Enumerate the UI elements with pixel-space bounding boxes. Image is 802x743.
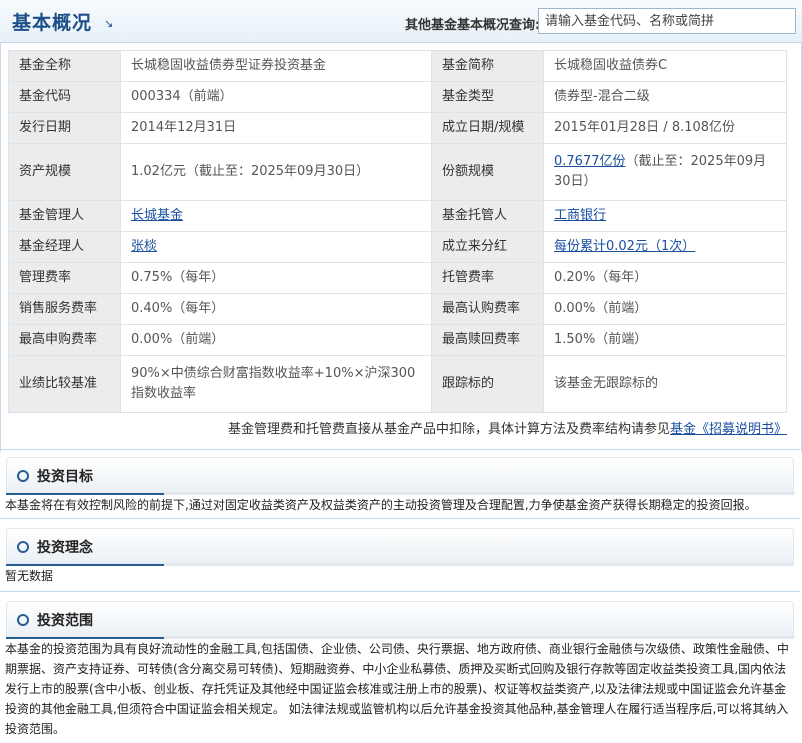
table-row: 基金代码 000334（前端） 基金类型 债券型-混合二级 <box>8 81 787 113</box>
section-body: 本基金的投资范围为具有良好流动性的金融工具,包括国债、企业债、公司债、央行票据、… <box>5 642 789 736</box>
label-tracking-target: 跟踪标的 <box>431 355 544 413</box>
fund-query-label: 其他基金基本概况查询: <box>405 18 541 33</box>
table-row: 管理费率 0.75%（每年） 托管费率 0.20%（每年） <box>8 262 787 294</box>
fee-note: 基金管理费和托管费直接从基金产品中扣除，具体计算方法及费率结构请参见基金《招募说… <box>228 418 787 437</box>
table-row: 业绩比较基准 90%×中债综合财富指数收益率+10%×沪深300指数收益率 跟踪… <box>8 355 787 413</box>
value-management-fee: 0.75%（每年） <box>120 262 432 294</box>
manager-link[interactable]: 长城基金 <box>131 208 183 223</box>
table-row: 基金管理人 长城基金 基金托管人 工商银行 <box>8 200 787 232</box>
value-custody-fee: 0.20%（每年） <box>543 262 787 294</box>
divider <box>0 518 800 519</box>
label-subscription-fee: 最高认购费率 <box>431 293 544 325</box>
table-row: 发行日期 2014年12月31日 成立日期/规模 2015年01月28日 / 8… <box>8 112 787 144</box>
custodian-link[interactable]: 工商银行 <box>554 208 606 223</box>
label-inception: 成立日期/规模 <box>431 112 544 144</box>
table-row: 销售服务费率 0.40%（每年） 最高认购费率 0.00%（前端） <box>8 293 787 325</box>
section-header: 投资理念 <box>6 528 794 564</box>
value-fund-code: 000334（前端） <box>120 81 432 113</box>
value-inception: 2015年01月28日 / 8.108亿份 <box>543 112 787 144</box>
section-body: 本基金将在有效控制风险的前提下,通过对固定收益类资产及权益类资产的主动投资管理及… <box>5 498 757 512</box>
dividends-link[interactable]: 每份累计0.02元（1次） <box>554 239 695 254</box>
fund-info-panel: 基金全称 长城稳固收益债券型证券投资基金 基金简称 长城稳固收益债券C 基金代码… <box>0 42 802 452</box>
divider <box>0 449 800 450</box>
section-header: 投资目标 <box>6 457 794 493</box>
label-service-fee: 销售服务费率 <box>8 293 121 325</box>
fee-note-text: 基金管理费和托管费直接从基金产品中扣除，具体计算方法及费率结构请参见 <box>227 422 670 437</box>
label-purchase-fee: 最高申购费率 <box>8 324 121 356</box>
value-tracking-target: 该基金无跟踪标的 <box>543 355 787 413</box>
section-title: 投资目标 <box>37 469 93 485</box>
label-full-name: 基金全称 <box>8 50 121 82</box>
label-asset-size: 资产规模 <box>8 143 121 201</box>
label-short-name: 基金简称 <box>431 50 544 82</box>
table-row: 最高申购费率 0.00%（前端） 最高赎回费率 1.50%（前端） <box>8 324 787 356</box>
value-short-name: 长城稳固收益债券C <box>543 50 787 82</box>
value-fund-type: 债券型-混合二级 <box>543 81 787 113</box>
label-fund-type: 基金类型 <box>431 81 544 113</box>
label-benchmark: 业绩比较基准 <box>8 355 121 413</box>
value-full-name: 长城稳固收益债券型证券投资基金 <box>120 50 432 82</box>
value-subscription-fee: 0.00%（前端） <box>543 293 787 325</box>
circle-icon <box>17 541 29 553</box>
value-redemption-fee: 1.50%（前端） <box>543 324 787 356</box>
divider <box>0 591 800 592</box>
value-manager: 长城基金 <box>120 200 432 232</box>
label-fund-code: 基金代码 <box>8 81 121 113</box>
label-dividends: 成立来分红 <box>431 231 544 263</box>
value-purchase-fee: 0.00%（前端） <box>120 324 432 356</box>
label-issue-date: 发行日期 <box>8 112 121 144</box>
fund-info-table: 基金全称 长城稳固收益债券型证券投资基金 基金简称 长城稳固收益债券C 基金代码… <box>8 50 787 413</box>
value-benchmark: 90%×中债综合财富指数收益率+10%×沪深300指数收益率 <box>120 355 432 413</box>
label-custodian: 基金托管人 <box>431 200 544 232</box>
section-header: 投资范围 <box>6 601 794 637</box>
value-issue-date: 2014年12月31日 <box>120 112 432 144</box>
fund-manager-link[interactable]: 张棪 <box>131 239 157 254</box>
value-share-size: 0.7677亿份（截止至：2025年09月30日） <box>543 143 787 201</box>
value-service-fee: 0.40%（每年） <box>120 293 432 325</box>
section-title: 投资范围 <box>37 613 93 629</box>
label-management-fee: 管理费率 <box>8 262 121 294</box>
label-fund-manager: 基金经理人 <box>8 231 121 263</box>
share-size-link[interactable]: 0.7677亿份 <box>554 154 626 169</box>
value-asset-size: 1.02亿元（截止至：2025年09月30日） <box>120 143 432 201</box>
section-title: 投资理念 <box>37 540 93 556</box>
prospectus-link[interactable]: 基金《招募说明书》 <box>670 422 787 437</box>
circle-icon <box>17 470 29 482</box>
page-header: 基本概况 ↘ 其他基金基本概况查询: <box>0 0 802 43</box>
value-fund-manager: 张棪 <box>120 231 432 263</box>
label-manager: 基金管理人 <box>8 200 121 232</box>
page-title: 基本概况 <box>12 12 93 34</box>
label-custody-fee: 托管费率 <box>431 262 544 294</box>
table-row: 资产规模 1.02亿元（截止至：2025年09月30日） 份额规模 0.7677… <box>8 143 787 201</box>
label-share-size: 份额规模 <box>431 143 544 201</box>
value-dividends: 每份累计0.02元（1次） <box>543 231 787 263</box>
label-redemption-fee: 最高赎回费率 <box>431 324 544 356</box>
collapse-arrow-icon[interactable]: ↘ <box>104 17 113 30</box>
table-row: 基金经理人 张棪 成立来分红 每份累计0.02元（1次） <box>8 231 787 263</box>
value-custodian: 工商银行 <box>543 200 787 232</box>
circle-icon <box>17 614 29 626</box>
section-body: 暂无数据 <box>5 569 54 583</box>
table-row: 基金全称 长城稳固收益债券型证券投资基金 基金简称 长城稳固收益债券C <box>8 50 787 82</box>
fund-search-input[interactable] <box>538 8 796 34</box>
